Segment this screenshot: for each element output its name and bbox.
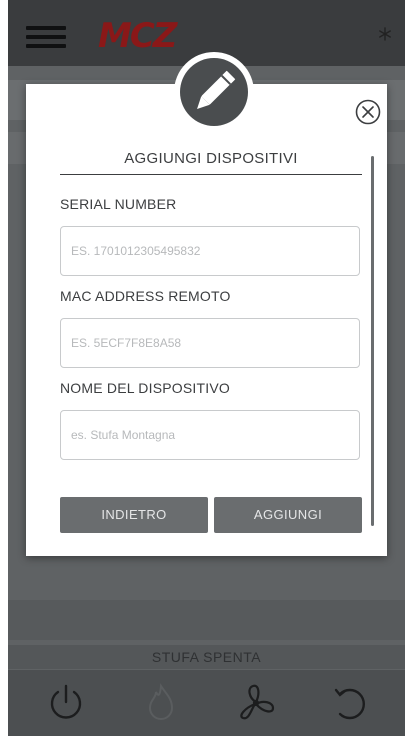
edit-badge xyxy=(174,52,254,132)
refresh-icon[interactable] xyxy=(326,680,372,726)
device-name-input[interactable] xyxy=(60,410,360,460)
title-divider xyxy=(60,174,362,175)
pencil-icon xyxy=(197,70,236,109)
add-device-dialog: AGGIUNGI DISPOSITIVI SERIAL NUMBER MAC A… xyxy=(26,84,387,556)
scrollbar[interactable] xyxy=(371,156,374,526)
app-screen: MCZ AGGIUNGI DISPOSITIVI SERIAL NUMBER M… xyxy=(8,0,405,736)
mac-address-label: MAC ADDRESS REMOTO xyxy=(60,288,231,304)
add-button[interactable]: AGGIUNGI xyxy=(214,497,362,533)
close-icon[interactable] xyxy=(354,98,382,126)
mac-address-input[interactable] xyxy=(60,318,360,368)
snowflake-icon[interactable] xyxy=(377,26,393,42)
flame-icon[interactable] xyxy=(138,680,184,726)
background-panel xyxy=(8,600,405,640)
device-name-label: NOME DEL DISPOSITIVO xyxy=(60,380,230,396)
fan-icon[interactable] xyxy=(233,680,279,726)
brand-logo: MCZ xyxy=(98,16,177,56)
hamburger-menu-icon[interactable] xyxy=(26,26,66,50)
power-icon[interactable] xyxy=(43,680,89,726)
status-text: STUFA SPENTA xyxy=(8,645,405,669)
bottom-control-bar xyxy=(8,670,405,736)
serial-number-label: SERIAL NUMBER xyxy=(60,196,177,212)
back-button[interactable]: INDIETRO xyxy=(60,497,208,533)
dialog-title: AGGIUNGI DISPOSITIVI xyxy=(124,150,298,167)
serial-number-input[interactable] xyxy=(60,226,360,276)
